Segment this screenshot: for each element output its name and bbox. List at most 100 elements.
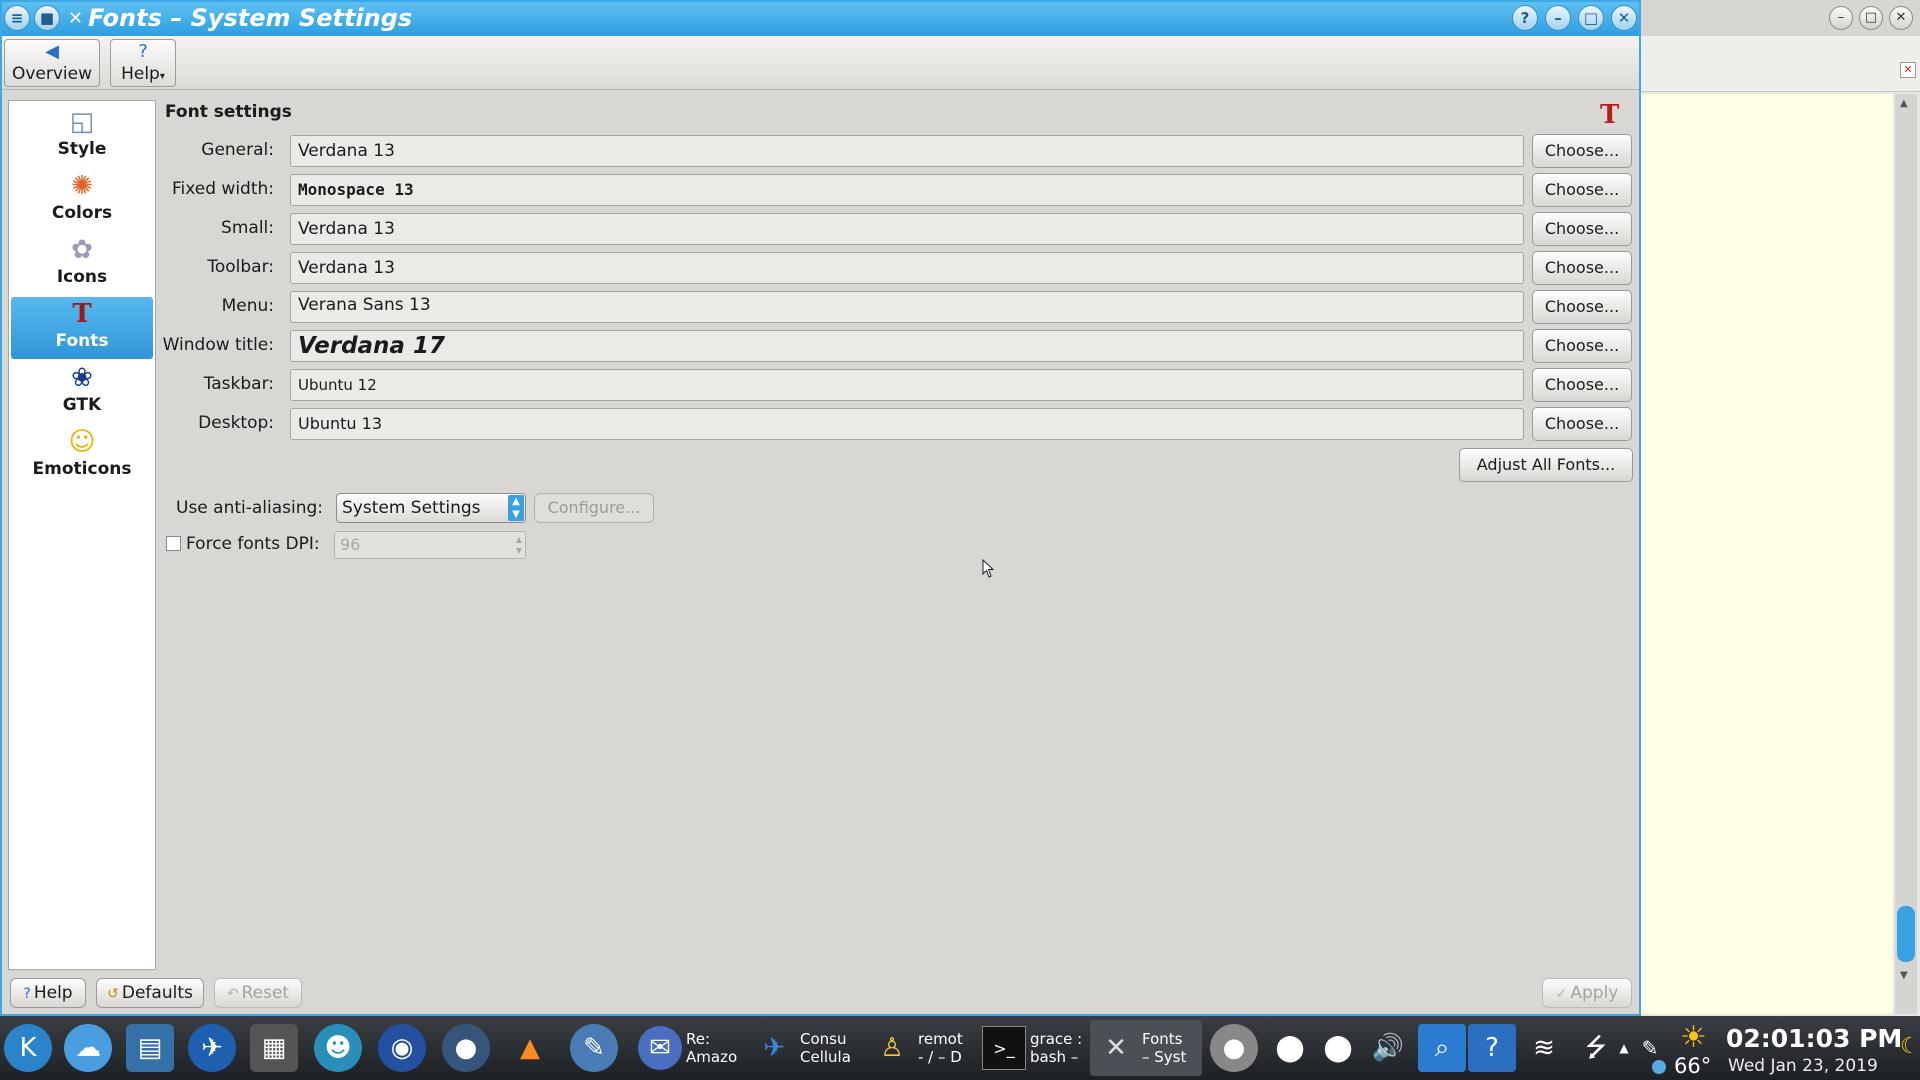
scroll-up-icon[interactable]: ▲: [1900, 98, 1908, 109]
font-label: Window title:: [162, 335, 274, 355]
night-mode-icon[interactable]: ☾: [1900, 1034, 1920, 1059]
task-line2: Amazo: [686, 1048, 738, 1066]
sidebar-item-style[interactable]: ◱ Style: [11, 105, 153, 167]
choose-small-button[interactable]: Choose...: [1532, 212, 1632, 246]
sidebar-item-label: Colors: [51, 203, 113, 223]
tray-expand-icon[interactable]: ▲: [1614, 1024, 1634, 1072]
eyes-right-icon[interactable]: ⬤: [1314, 1024, 1362, 1072]
minimize-icon[interactable]: –: [1545, 5, 1571, 31]
eyes-left-icon[interactable]: ⬤: [1266, 1024, 1314, 1072]
browser-app-icon[interactable]: ✈: [188, 1024, 236, 1072]
adjust-all-fonts-button[interactable]: Adjust All Fonts...: [1459, 448, 1633, 482]
vlc-icon[interactable]: ▲: [506, 1024, 554, 1072]
help-titlebar-icon[interactable]: ?: [1512, 5, 1538, 31]
force-dpi-label: Force fonts DPI:: [186, 534, 320, 554]
task-line1: grace :: [1030, 1030, 1083, 1048]
task-line1: Consu: [800, 1030, 847, 1048]
sun-weather-icon: ☀: [1680, 1020, 1707, 1055]
fonts-icon: T: [72, 299, 92, 329]
help-menu-button[interactable]: ? Help▾: [110, 39, 176, 87]
eye-app-icon[interactable]: ◉: [378, 1024, 426, 1072]
help-tray-icon[interactable]: ?: [1468, 1024, 1516, 1072]
choose-fixed-width-button[interactable]: Choose...: [1532, 173, 1632, 207]
close-tab-icon[interactable]: ✕: [1900, 62, 1916, 78]
task-line2: - / – D: [918, 1048, 962, 1066]
font-row-window-title: Window title: Verdana 17 Choose...: [162, 329, 1638, 363]
clock-time[interactable]: 02:01:03 PM: [1726, 1024, 1902, 1053]
volume-icon[interactable]: 🔊: [1364, 1024, 1412, 1072]
font-row-taskbar: Taskbar: Ubuntu 12 Choose...: [162, 368, 1638, 402]
task-remote[interactable]: ♙ remot - / – D: [866, 1020, 978, 1076]
choose-toolbar-button[interactable]: Choose...: [1532, 251, 1632, 285]
small-font-field: Verdana 13: [290, 213, 1524, 245]
title-bar[interactable]: ≡ ■ ✕ Fonts – System Settings ? – □ ✕: [2, 2, 1639, 36]
minimize-icon[interactable]: –: [1829, 6, 1853, 30]
choose-menu-button[interactable]: Choose...: [1532, 290, 1632, 324]
overview-label: Overview: [11, 64, 93, 84]
help-button-label: Help: [33, 983, 73, 1003]
sidebar-item-gtk[interactable]: ❀ GTK: [11, 361, 153, 423]
kde-menu-icon[interactable]: K: [4, 1024, 52, 1072]
gtk-icon: ❀: [71, 363, 93, 393]
browser-icon: ✈: [763, 1033, 785, 1063]
gimp-icon[interactable]: ☻: [314, 1024, 362, 1072]
configure-button[interactable]: Configure...: [534, 493, 654, 523]
choose-general-button[interactable]: Choose...: [1532, 134, 1632, 168]
task-email[interactable]: ✉ Re: Amazo: [634, 1020, 746, 1076]
tools-icon: ✕: [68, 8, 84, 29]
dpi-spinbox[interactable]: 96 ▲ ▼: [334, 531, 526, 559]
anti-aliasing-select[interactable]: System Settings ▲ ▼: [336, 493, 526, 523]
toolbar-font-field: Verdana 13: [290, 252, 1524, 284]
close-icon[interactable]: ✕: [1611, 5, 1637, 31]
sidebar-item-fonts[interactable]: T Fonts: [11, 297, 153, 359]
updown-arrow-icon: ▲ ▼: [508, 495, 524, 521]
choose-window-title-button[interactable]: Choose...: [1532, 329, 1632, 363]
search-tray-icon[interactable]: ⌕: [1418, 1024, 1466, 1072]
sidebar-item-icons[interactable]: ✿ Icons: [11, 233, 153, 295]
task-line1: Fonts: [1142, 1030, 1183, 1048]
mouse-cursor-icon: [982, 559, 995, 578]
task-line2: – Syst: [1142, 1048, 1187, 1066]
choose-taskbar-button[interactable]: Choose...: [1532, 368, 1632, 402]
maximize-icon[interactable]: □: [1859, 6, 1883, 30]
window-menu-icon[interactable]: ≡: [4, 5, 30, 31]
apply-button-label: Apply: [1570, 983, 1619, 1003]
clock-date[interactable]: Wed Jan 23, 2019: [1728, 1056, 1878, 1076]
toolbar: ◀ Overview ? Help▾: [2, 36, 1639, 90]
usb-icon[interactable]: ⭍: [1572, 1024, 1620, 1072]
task-terminal[interactable]: >_ grace : bash –: [978, 1020, 1090, 1076]
close-icon[interactable]: ✕: [1889, 6, 1913, 30]
icons-icon: ✿: [71, 235, 93, 265]
apply-button[interactable]: ✓ Apply: [1542, 978, 1632, 1008]
sidebar-item-label: Fonts: [55, 331, 109, 351]
reset-button[interactable]: ↶ Reset: [214, 978, 302, 1008]
keep-above-icon[interactable]: ■: [34, 5, 60, 31]
overview-button[interactable]: ◀ Overview: [4, 39, 100, 87]
sidebar-item-colors[interactable]: ✺ Colors: [11, 169, 153, 231]
anti-aliasing-label: Use anti-aliasing:: [176, 498, 324, 518]
globe-app-icon[interactable]: ●: [442, 1024, 490, 1072]
terminal-icon: >_: [982, 1026, 1026, 1070]
moon-icon[interactable]: ●: [1210, 1024, 1258, 1072]
pen-app-icon[interactable]: ✎: [570, 1024, 618, 1072]
task-browser[interactable]: ✈ Consu Cellula: [748, 1020, 860, 1076]
system-monitor-icon[interactable]: ▦: [250, 1024, 298, 1072]
file-manager-icon[interactable]: ▤: [126, 1024, 174, 1072]
choose-desktop-button[interactable]: Choose...: [1532, 407, 1632, 441]
help-button[interactable]: ? Help: [10, 978, 86, 1008]
maximize-icon[interactable]: □: [1578, 5, 1604, 31]
sidebar-item-emoticons[interactable]: ☺ Emoticons: [11, 425, 153, 487]
defaults-button[interactable]: ↺ Defaults: [96, 978, 204, 1008]
finch-app-icon[interactable]: ☁: [64, 1024, 112, 1072]
notes-pane[interactable]: [1641, 94, 1893, 1014]
task-fonts-settings[interactable]: ✕ Fonts – Syst: [1090, 1020, 1202, 1076]
defaults-button-label: Defaults: [121, 983, 193, 1003]
scrollbar[interactable]: ▲ ▼: [1895, 94, 1917, 1014]
font-row-fixed-width: Fixed width: Monospace 13 Choose...: [162, 173, 1638, 207]
background-window-titlebar[interactable]: – □ ✕: [1641, 0, 1920, 36]
task-line2: bash –: [1030, 1048, 1079, 1066]
scrollbar-thumb[interactable]: [1897, 906, 1915, 962]
scroll-down-icon[interactable]: ▼: [1900, 970, 1908, 981]
wifi-icon[interactable]: ≋: [1520, 1024, 1568, 1072]
force-dpi-checkbox[interactable]: [166, 536, 181, 551]
